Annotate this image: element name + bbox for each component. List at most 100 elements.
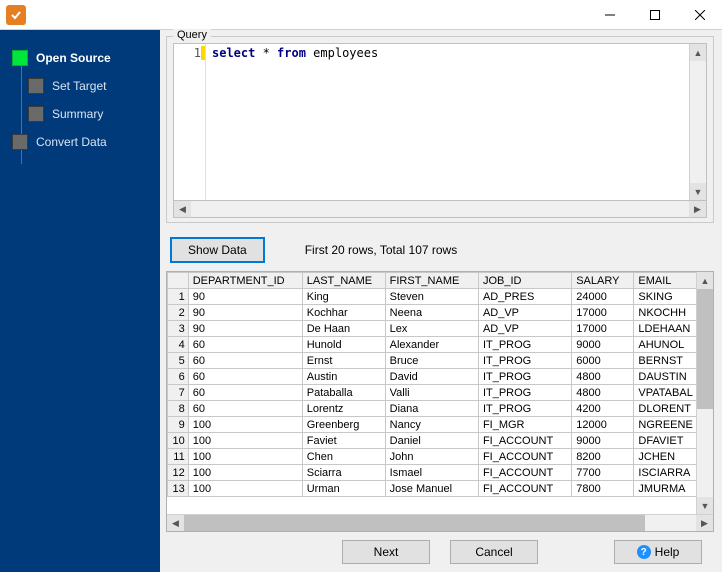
result-table[interactable]: DEPARTMENT_IDLAST_NAMEFIRST_NAMEJOB_IDSA…	[167, 272, 696, 497]
table-cell[interactable]: FI_ACCOUNT	[478, 449, 571, 465]
table-cell[interactable]: NGREENE	[634, 417, 696, 433]
table-cell[interactable]: Ismael	[385, 465, 478, 481]
table-vertical-scrollbar[interactable]: ▲ ▼	[696, 272, 713, 514]
sidebar-item-open-source[interactable]: Open Source	[0, 44, 160, 72]
scroll-down-icon[interactable]: ▼	[690, 183, 706, 200]
column-header[interactable]: FIRST_NAME	[385, 273, 478, 289]
table-row[interactable]: 560ErnstBruceIT_PROG6000BERNST	[168, 353, 697, 369]
table-cell[interactable]: 17000	[572, 305, 634, 321]
table-cell[interactable]: DFAVIET	[634, 433, 696, 449]
scroll-left-icon[interactable]: ◀	[174, 201, 191, 217]
query-editor[interactable]: 1 select * from employees ▲ ▼	[173, 43, 707, 201]
help-button[interactable]: ? Help	[614, 540, 702, 564]
table-cell[interactable]: VPATABAL	[634, 385, 696, 401]
table-cell[interactable]: 90	[188, 305, 302, 321]
table-cell[interactable]: 60	[188, 337, 302, 353]
editor-horizontal-scrollbar[interactable]: ◀ ▶	[173, 201, 707, 218]
table-cell[interactable]: DLORENT	[634, 401, 696, 417]
column-header[interactable]: DEPARTMENT_ID	[188, 273, 302, 289]
table-cell[interactable]: Lorentz	[302, 401, 385, 417]
scroll-thumb[interactable]	[184, 515, 645, 531]
table-cell[interactable]: IT_PROG	[478, 385, 571, 401]
scroll-right-icon[interactable]: ▶	[696, 515, 713, 531]
table-cell[interactable]: 17000	[572, 321, 634, 337]
table-cell[interactable]: Valli	[385, 385, 478, 401]
row-number-header[interactable]	[168, 273, 189, 289]
table-cell[interactable]: 100	[188, 481, 302, 497]
table-horizontal-scrollbar[interactable]: ◀ ▶	[167, 514, 713, 531]
table-cell[interactable]: IT_PROG	[478, 369, 571, 385]
table-cell[interactable]: AD_PRES	[478, 289, 571, 305]
scroll-right-icon[interactable]: ▶	[689, 201, 706, 217]
table-row[interactable]: 190KingStevenAD_PRES24000SKING	[168, 289, 697, 305]
table-cell[interactable]: Lex	[385, 321, 478, 337]
table-cell[interactable]: AD_VP	[478, 305, 571, 321]
table-row[interactable]: 11100ChenJohnFI_ACCOUNT8200JCHEN	[168, 449, 697, 465]
table-cell[interactable]: Sciarra	[302, 465, 385, 481]
table-cell[interactable]: 8200	[572, 449, 634, 465]
table-cell[interactable]: 4200	[572, 401, 634, 417]
table-cell[interactable]: FI_MGR	[478, 417, 571, 433]
scroll-track[interactable]	[697, 289, 713, 497]
editor-vertical-scrollbar[interactable]: ▲ ▼	[689, 44, 706, 200]
table-cell[interactable]: 60	[188, 353, 302, 369]
table-cell[interactable]: 60	[188, 369, 302, 385]
table-cell[interactable]: 100	[188, 433, 302, 449]
scroll-left-icon[interactable]: ◀	[167, 515, 184, 531]
table-cell[interactable]: 90	[188, 321, 302, 337]
table-cell[interactable]: NKOCHH	[634, 305, 696, 321]
next-button[interactable]: Next	[342, 540, 430, 564]
table-cell[interactable]: Alexander	[385, 337, 478, 353]
table-cell[interactable]: 90	[188, 289, 302, 305]
scroll-track[interactable]	[191, 201, 689, 217]
table-row[interactable]: 660AustinDavidIT_PROG4800DAUSTIN	[168, 369, 697, 385]
sidebar-item-summary[interactable]: Summary	[0, 100, 160, 128]
scroll-track[interactable]	[690, 61, 706, 183]
scroll-down-icon[interactable]: ▼	[697, 497, 713, 514]
table-cell[interactable]: 4800	[572, 385, 634, 401]
table-cell[interactable]: IT_PROG	[478, 337, 571, 353]
table-cell[interactable]: 24000	[572, 289, 634, 305]
scroll-track[interactable]	[184, 515, 696, 531]
table-cell[interactable]: 6000	[572, 353, 634, 369]
table-cell[interactable]: Faviet	[302, 433, 385, 449]
table-row[interactable]: 10100FavietDanielFI_ACCOUNT9000DFAVIET	[168, 433, 697, 449]
table-row[interactable]: 860LorentzDianaIT_PROG4200DLORENT	[168, 401, 697, 417]
table-cell[interactable]: Neena	[385, 305, 478, 321]
table-cell[interactable]: King	[302, 289, 385, 305]
table-cell[interactable]: Austin	[302, 369, 385, 385]
table-row[interactable]: 9100GreenbergNancyFI_MGR12000NGREENE	[168, 417, 697, 433]
table-cell[interactable]: 100	[188, 465, 302, 481]
table-row[interactable]: 460HunoldAlexanderIT_PROG9000AHUNOL	[168, 337, 697, 353]
table-cell[interactable]: 7700	[572, 465, 634, 481]
table-cell[interactable]: FI_ACCOUNT	[478, 465, 571, 481]
table-cell[interactable]: De Haan	[302, 321, 385, 337]
table-row[interactable]: 12100SciarraIsmaelFI_ACCOUNT7700ISCIARRA	[168, 465, 697, 481]
table-cell[interactable]: Hunold	[302, 337, 385, 353]
table-cell[interactable]: FI_ACCOUNT	[478, 481, 571, 497]
scroll-up-icon[interactable]: ▲	[697, 272, 713, 289]
table-cell[interactable]: Diana	[385, 401, 478, 417]
table-cell[interactable]: AD_VP	[478, 321, 571, 337]
table-cell[interactable]: Nancy	[385, 417, 478, 433]
table-cell[interactable]: SKING	[634, 289, 696, 305]
column-header[interactable]: JOB_ID	[478, 273, 571, 289]
scroll-thumb[interactable]	[697, 289, 713, 409]
column-header[interactable]: LAST_NAME	[302, 273, 385, 289]
table-row[interactable]: 760PataballaValliIT_PROG4800VPATABAL	[168, 385, 697, 401]
table-cell[interactable]: 100	[188, 449, 302, 465]
table-row[interactable]: 390De HaanLexAD_VP17000LDEHAAN	[168, 321, 697, 337]
table-cell[interactable]: John	[385, 449, 478, 465]
close-button[interactable]	[677, 0, 722, 30]
table-cell[interactable]: 100	[188, 417, 302, 433]
table-cell[interactable]: 60	[188, 385, 302, 401]
show-data-button[interactable]: Show Data	[170, 237, 265, 263]
table-cell[interactable]: AHUNOL	[634, 337, 696, 353]
table-cell[interactable]: 9000	[572, 433, 634, 449]
table-cell[interactable]: Kochhar	[302, 305, 385, 321]
sidebar-item-convert-data[interactable]: Convert Data	[0, 128, 160, 156]
table-cell[interactable]: Pataballa	[302, 385, 385, 401]
table-cell[interactable]: 7800	[572, 481, 634, 497]
maximize-button[interactable]	[632, 0, 677, 30]
table-cell[interactable]: Daniel	[385, 433, 478, 449]
